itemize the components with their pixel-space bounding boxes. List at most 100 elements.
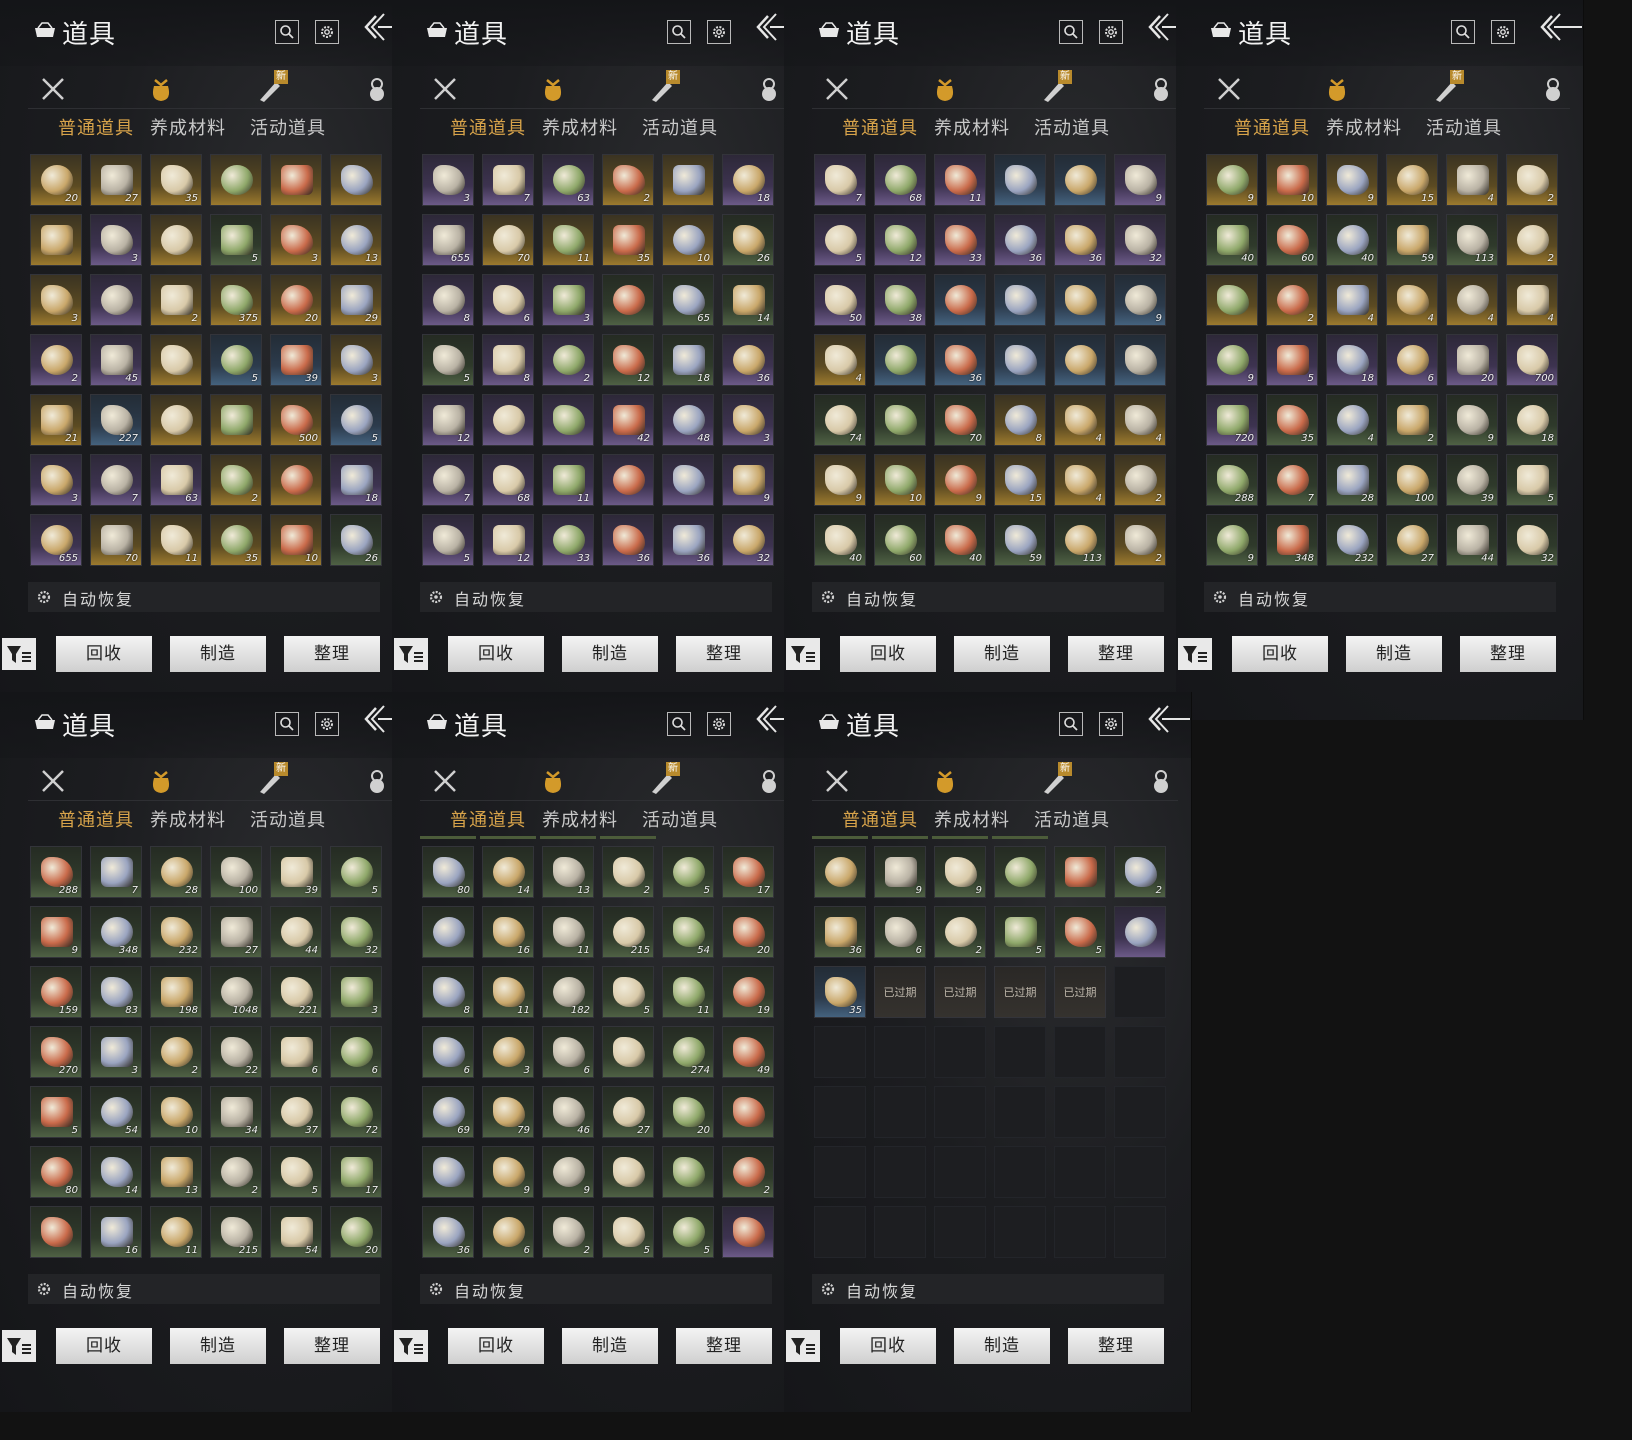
- item-slot[interactable]: 500: [270, 394, 322, 446]
- item-slot[interactable]: [874, 334, 926, 386]
- item-slot[interactable]: 28: [150, 846, 202, 898]
- item-slot[interactable]: 5: [210, 334, 262, 386]
- tab-cultivation-materials[interactable]: 养成材料: [532, 806, 628, 832]
- scroll-tab[interactable]: 新: [646, 70, 680, 104]
- item-slot[interactable]: [210, 154, 262, 206]
- item-slot[interactable]: 14: [482, 846, 534, 898]
- tab-common-items[interactable]: 普通道具: [440, 806, 536, 832]
- item-slot[interactable]: 33: [542, 514, 594, 566]
- item-slot[interactable]: 11: [150, 1206, 202, 1258]
- item-slot[interactable]: 15: [1386, 154, 1438, 206]
- settings-button[interactable]: [1099, 712, 1123, 736]
- item-slot[interactable]: 9: [1114, 154, 1166, 206]
- item-slot[interactable]: 5: [30, 1086, 82, 1138]
- item-slot[interactable]: 655: [422, 214, 474, 266]
- item-slot[interactable]: 5: [994, 906, 1046, 958]
- item-slot[interactable]: 8: [422, 966, 474, 1018]
- item-slot[interactable]: 3: [330, 966, 382, 1018]
- item-slot[interactable]: 2: [210, 454, 262, 506]
- item-slot[interactable]: 9: [934, 846, 986, 898]
- tab-cultivation-materials[interactable]: 养成材料: [924, 114, 1020, 140]
- item-slot[interactable]: 159: [30, 966, 82, 1018]
- item-slot[interactable]: 12: [602, 334, 654, 386]
- filter-button[interactable]: [1178, 638, 1212, 670]
- item-slot[interactable]: 2: [1114, 846, 1166, 898]
- item-slot[interactable]: 3: [330, 334, 382, 386]
- item-slot[interactable]: 69: [422, 1086, 474, 1138]
- item-slot[interactable]: 70: [482, 214, 534, 266]
- filter-button[interactable]: [394, 638, 428, 670]
- item-slot[interactable]: 14: [722, 274, 774, 326]
- gourd-icon[interactable]: [754, 766, 784, 796]
- item-slot[interactable]: [1206, 274, 1258, 326]
- item-slot[interactable]: 18: [722, 154, 774, 206]
- item-slot[interactable]: 74: [814, 394, 866, 446]
- item-slot[interactable]: 70: [90, 514, 142, 566]
- pouch-icon[interactable]: [538, 766, 568, 796]
- tab-common-items[interactable]: 普通道具: [440, 114, 536, 140]
- item-slot[interactable]: 18: [330, 454, 382, 506]
- item-slot[interactable]: [330, 154, 382, 206]
- back-arrow-icon[interactable]: [1538, 10, 1582, 44]
- item-slot[interactable]: 9: [1206, 334, 1258, 386]
- pouch-icon[interactable]: [930, 74, 960, 104]
- gourd-icon[interactable]: [362, 74, 392, 104]
- auto-restore-bar[interactable]: 自动恢复: [812, 1274, 1164, 1304]
- search-button[interactable]: [275, 712, 299, 736]
- scroll-tab[interactable]: 新: [646, 762, 680, 796]
- item-slot[interactable]: 36: [994, 214, 1046, 266]
- item-slot[interactable]: 2: [210, 1146, 262, 1198]
- filter-button[interactable]: [786, 638, 820, 670]
- item-slot[interactable]: [994, 274, 1046, 326]
- item-slot[interactable]: 12: [422, 394, 474, 446]
- item-slot[interactable]: 9: [814, 454, 866, 506]
- tab-common-items[interactable]: 普通道具: [1224, 114, 1320, 140]
- item-slot[interactable]: 198: [150, 966, 202, 1018]
- pouch-icon[interactable]: [146, 766, 176, 796]
- item-slot[interactable]: 13: [542, 846, 594, 898]
- item-slot[interactable]: [662, 1146, 714, 1198]
- sort-button[interactable]: 整理: [676, 1328, 772, 1364]
- gourd-icon[interactable]: [1538, 74, 1568, 104]
- item-slot[interactable]: 5: [814, 214, 866, 266]
- item-slot[interactable]: 36: [1054, 214, 1106, 266]
- filter-button[interactable]: [2, 1330, 36, 1362]
- item-slot[interactable]: 35: [602, 214, 654, 266]
- item-slot[interactable]: 2: [722, 1146, 774, 1198]
- item-slot[interactable]: 6: [422, 1026, 474, 1078]
- item-slot[interactable]: 10: [270, 514, 322, 566]
- filter-button[interactable]: [786, 1330, 820, 1362]
- item-slot[interactable]: 20: [30, 154, 82, 206]
- item-slot[interactable]: 已过期: [1054, 966, 1106, 1018]
- item-slot[interactable]: 8: [422, 274, 474, 326]
- item-slot[interactable]: 6: [482, 274, 534, 326]
- item-slot[interactable]: 6: [330, 1026, 382, 1078]
- item-slot[interactable]: 9: [1206, 154, 1258, 206]
- item-slot[interactable]: 9: [542, 1146, 594, 1198]
- item-slot[interactable]: 9: [722, 454, 774, 506]
- item-slot[interactable]: 22: [210, 1026, 262, 1078]
- item-slot[interactable]: 40: [1326, 214, 1378, 266]
- item-slot[interactable]: 6: [270, 1026, 322, 1078]
- item-slot[interactable]: 10: [150, 1086, 202, 1138]
- item-slot[interactable]: 35: [814, 966, 866, 1018]
- item-slot[interactable]: 4: [1054, 394, 1106, 446]
- item-slot[interactable]: 2: [602, 154, 654, 206]
- crossed-swords-icon[interactable]: [38, 74, 68, 104]
- item-slot[interactable]: 4: [1114, 394, 1166, 446]
- gourd-icon[interactable]: [362, 766, 392, 796]
- filter-button[interactable]: [394, 1330, 428, 1362]
- back-arrow-icon[interactable]: [1146, 702, 1190, 736]
- item-slot[interactable]: 5: [330, 394, 382, 446]
- item-slot[interactable]: 28: [1326, 454, 1378, 506]
- item-slot[interactable]: 113: [1054, 514, 1106, 566]
- item-slot[interactable]: 3: [90, 214, 142, 266]
- item-slot[interactable]: 11: [662, 966, 714, 1018]
- item-slot[interactable]: 9: [482, 1146, 534, 1198]
- item-slot[interactable]: 36: [422, 1206, 474, 1258]
- settings-button[interactable]: [315, 712, 339, 736]
- item-slot[interactable]: 11: [150, 514, 202, 566]
- item-slot[interactable]: 6: [1386, 334, 1438, 386]
- item-slot[interactable]: 63: [542, 154, 594, 206]
- craft-button[interactable]: 制造: [954, 1328, 1050, 1364]
